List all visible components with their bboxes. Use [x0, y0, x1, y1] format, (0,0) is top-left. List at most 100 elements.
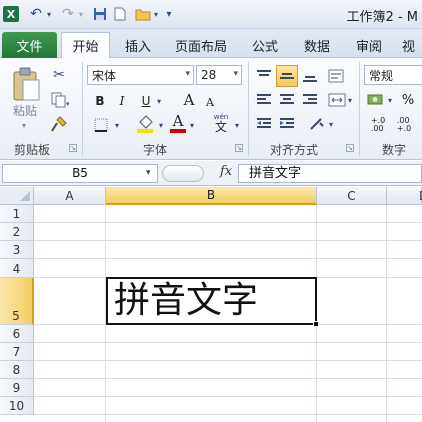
- orientation-dropdown-icon[interactable]: ▾: [327, 118, 335, 130]
- tab-file[interactable]: 文件: [2, 32, 57, 58]
- font-launcher-icon[interactable]: ↘: [235, 144, 243, 152]
- borders-dropdown-icon[interactable]: ▾: [112, 118, 122, 132]
- alignment-launcher-icon[interactable]: ↘: [346, 144, 354, 152]
- gridline: [34, 258, 422, 259]
- font-size-value: 28: [201, 68, 217, 82]
- row-header-5[interactable]: 5: [0, 278, 34, 325]
- formula-input[interactable]: 拼音文字: [238, 164, 422, 183]
- row-header-3[interactable]: 3: [0, 241, 34, 259]
- row-header-8[interactable]: 8: [0, 361, 34, 379]
- cut-icon[interactable]: ✂: [49, 66, 69, 84]
- increase-decimal-button[interactable]: +.0 .00: [367, 116, 389, 134]
- row-header-10[interactable]: 10: [0, 397, 34, 415]
- paste-dropdown-icon[interactable]: ▾: [18, 120, 30, 130]
- open-dropdown-icon[interactable]: ▾: [152, 5, 160, 23]
- font-name-dropdown[interactable]: 宋体 ▾: [87, 65, 194, 85]
- new-document-icon[interactable]: [112, 5, 128, 23]
- tab-view[interactable]: 视: [402, 32, 422, 58]
- phonetic-guide-button[interactable]: wén 文: [208, 112, 234, 134]
- align-center-icon[interactable]: [277, 90, 297, 110]
- orientation-icon[interactable]: [307, 114, 329, 134]
- grow-font-button[interactable]: A: [180, 90, 198, 110]
- formula-bar: B5 ▾ fx 拼音文字: [0, 161, 422, 186]
- excel-app-icon[interactable]: X: [3, 6, 19, 22]
- italic-button[interactable]: I: [114, 92, 130, 110]
- accounting-dropdown-icon[interactable]: ▾: [386, 94, 394, 106]
- formula-bar-splitter[interactable]: [162, 165, 204, 182]
- open-folder-icon[interactable]: [134, 5, 152, 23]
- gridline: [34, 396, 422, 397]
- row-header-4[interactable]: 4: [0, 259, 34, 278]
- row-header-6[interactable]: 6: [0, 325, 34, 343]
- tab-formulas[interactable]: 公式: [245, 32, 285, 58]
- font-color-button[interactable]: A: [170, 113, 186, 133]
- cell-b5[interactable]: 拼音文字: [106, 277, 317, 325]
- format-painter-icon[interactable]: [49, 115, 69, 133]
- row-header-7[interactable]: 7: [0, 343, 34, 361]
- column-header-c[interactable]: C: [317, 187, 387, 205]
- fill-color-dropdown-icon[interactable]: ▾: [156, 118, 166, 132]
- insert-function-icon[interactable]: fx: [220, 164, 232, 179]
- fill-handle[interactable]: [313, 321, 319, 327]
- tab-review[interactable]: 审阅: [349, 32, 389, 58]
- chevron-down-icon: ▾: [233, 69, 238, 79]
- tab-page-layout[interactable]: 页面布局: [168, 32, 234, 58]
- align-bottom-icon[interactable]: [300, 66, 320, 86]
- gridline: [34, 240, 422, 241]
- save-icon[interactable]: [92, 5, 108, 23]
- customize-quick-access-icon[interactable]: ▾: [164, 5, 174, 23]
- select-all-corner[interactable]: [0, 187, 34, 205]
- column-header-b[interactable]: B: [106, 187, 317, 205]
- paste-label[interactable]: 粘贴: [10, 102, 40, 118]
- percent-style-button[interactable]: %: [400, 90, 416, 110]
- accounting-format-icon[interactable]: [366, 91, 386, 109]
- column-header-d[interactable]: D: [387, 187, 422, 205]
- font-name-value: 宋体: [92, 68, 117, 83]
- alignment-group-label: 对齐方式: [270, 143, 319, 157]
- tab-data[interactable]: 数据: [297, 32, 337, 58]
- merge-dropdown-icon[interactable]: ▾: [346, 94, 354, 106]
- bold-button[interactable]: B: [92, 92, 108, 110]
- decrease-decimal-button[interactable]: .00 +.0: [393, 116, 415, 134]
- borders-icon[interactable]: [92, 116, 110, 134]
- column-header-a[interactable]: A: [34, 187, 106, 205]
- align-right-icon[interactable]: [300, 90, 320, 110]
- undo-icon[interactable]: ↶: [28, 5, 44, 23]
- underline-dropdown-icon[interactable]: ▾: [154, 94, 164, 108]
- row-header-1[interactable]: 1: [0, 205, 34, 223]
- align-top-icon[interactable]: [254, 66, 274, 86]
- shrink-font-button[interactable]: A: [202, 93, 218, 111]
- align-left-icon[interactable]: [254, 90, 274, 110]
- row-header-2[interactable]: 2: [0, 223, 34, 241]
- number-format-dropdown[interactable]: 常规: [364, 65, 422, 85]
- font-color-dropdown-icon[interactable]: ▾: [187, 118, 197, 132]
- align-middle-icon[interactable]: [276, 65, 298, 87]
- wrap-text-icon[interactable]: [326, 66, 346, 86]
- phonetic-dropdown-icon[interactable]: ▾: [232, 118, 242, 132]
- name-box-dropdown-icon[interactable]: ▾: [146, 168, 151, 178]
- tab-insert[interactable]: 插入: [116, 32, 160, 58]
- gridline: [34, 342, 422, 343]
- ribbon: 粘贴 ▾ ✂ ▾ 剪贴板 ↘ 宋体 ▾ 28 ▾ B I U ▾ A A ▾ ▾…: [0, 58, 422, 160]
- redo-dropdown-icon[interactable]: ▾: [77, 5, 85, 23]
- decrease-indent-icon[interactable]: [254, 114, 274, 134]
- gridline: [386, 205, 387, 422]
- copy-icon[interactable]: ▾: [49, 91, 73, 109]
- row-header-9[interactable]: 9: [0, 379, 34, 397]
- clipboard-launcher-icon[interactable]: ↘: [69, 144, 77, 152]
- gridline: [34, 222, 422, 223]
- increase-indent-icon[interactable]: [277, 114, 297, 134]
- tab-home[interactable]: 开始: [61, 32, 110, 58]
- merge-center-icon[interactable]: [326, 90, 348, 110]
- undo-dropdown-icon[interactable]: ▾: [45, 5, 53, 23]
- font-size-dropdown[interactable]: 28 ▾: [196, 65, 242, 85]
- fill-color-icon[interactable]: [135, 114, 155, 134]
- redo-icon[interactable]: ↷: [60, 5, 76, 23]
- underline-button[interactable]: U: [138, 92, 154, 110]
- group-separator: [359, 62, 360, 156]
- paste-icon[interactable]: [8, 64, 44, 104]
- ribbon-tabs: 文件 开始 插入 页面布局 公式 数据 审阅 视: [0, 29, 422, 58]
- group-separator: [82, 62, 83, 156]
- name-box[interactable]: B5: [2, 164, 158, 183]
- phonetic-char: 文: [214, 119, 227, 134]
